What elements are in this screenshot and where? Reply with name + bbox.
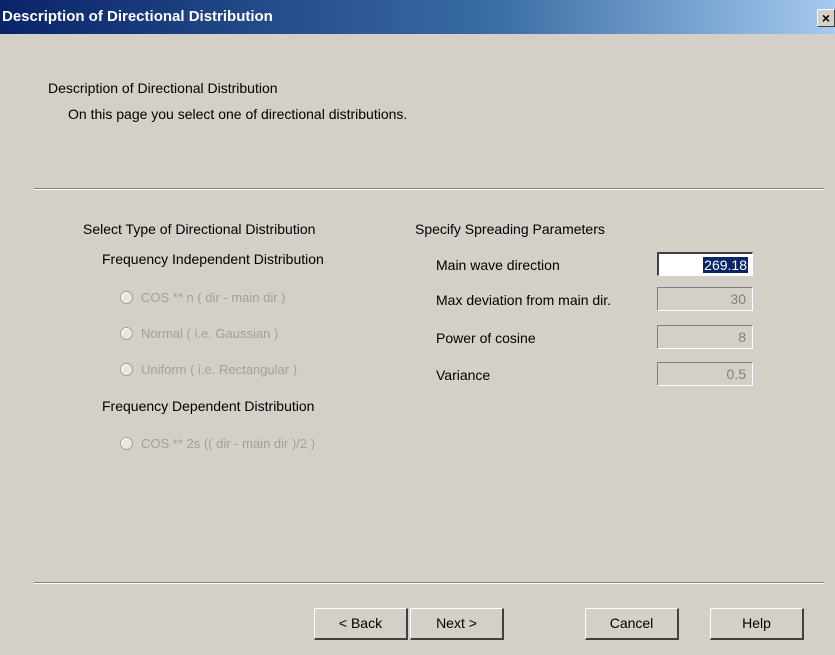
frequency-independent-label: Frequency Independent Distribution [102, 251, 324, 267]
radio-circle-icon [120, 291, 133, 304]
variance-input[interactable]: 0.5 [657, 362, 753, 386]
power-of-cosine-input[interactable]: 8 [657, 325, 753, 349]
radio-uniform[interactable]: Uniform ( i.e. Rectangular ) [120, 362, 297, 377]
main-wave-direction-label: Main wave direction [436, 257, 560, 273]
frequency-dependent-label: Frequency Dependent Distribution [102, 398, 315, 414]
main-wave-direction-value: 269.18 [703, 257, 748, 273]
radio-cos-2s[interactable]: COS ** 2s (( dir - main dir )/2 ) [120, 436, 315, 451]
back-button[interactable]: < Back [314, 608, 408, 640]
next-button[interactable]: Next > [410, 608, 504, 640]
power-of-cosine-label: Power of cosine [436, 330, 536, 346]
close-icon: × [821, 10, 831, 26]
variance-label: Variance [436, 367, 491, 383]
radio-circle-icon [120, 327, 133, 340]
bottom-separator [34, 582, 824, 584]
top-separator [34, 188, 824, 190]
radio-normal[interactable]: Normal ( i.e. Gaussian ) [120, 326, 278, 341]
radio-cos-n[interactable]: COS ** n ( dir - main dir ) [120, 290, 285, 305]
radio-label: Normal ( i.e. Gaussian ) [141, 326, 279, 341]
window-title: Description of Directional Distribution [2, 8, 273, 25]
max-deviation-label: Max deviation from main dir. [436, 292, 612, 308]
help-button[interactable]: Help [710, 608, 804, 640]
max-deviation-input[interactable]: 30 [657, 287, 753, 311]
cancel-button[interactable]: Cancel [585, 608, 679, 640]
page-heading: Description of Directional Distribution [48, 80, 278, 96]
close-button[interactable]: × [817, 9, 835, 27]
main-wave-direction-input[interactable]: 269.18 [657, 252, 753, 276]
radio-label: Uniform ( i.e. Rectangular ) [141, 362, 298, 377]
radio-circle-icon [120, 363, 133, 376]
spreading-parameters-label: Specify Spreading Parameters [415, 221, 605, 237]
page-subheading: On this page you select one of direction… [68, 106, 408, 122]
radio-label: COS ** 2s (( dir - main dir )/2 ) [141, 436, 316, 451]
distribution-type-label: Select Type of Directional Distribution [83, 221, 316, 237]
radio-circle-icon [120, 437, 133, 450]
radio-label: COS ** n ( dir - main dir ) [141, 290, 286, 305]
title-bar: Description of Directional Distribution … [0, 0, 835, 34]
